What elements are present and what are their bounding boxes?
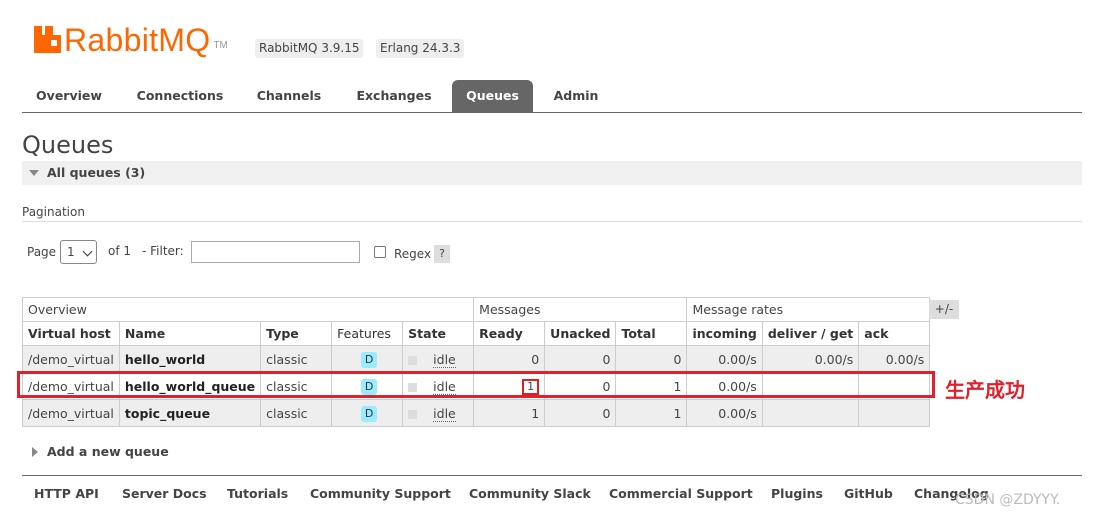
- cell-ack: [858, 399, 931, 427]
- expand-arrow-icon: [32, 447, 38, 457]
- page-select-value: 1: [67, 245, 75, 259]
- tab-connections[interactable]: Connections: [128, 80, 232, 112]
- tab-queues[interactable]: Queues: [452, 80, 533, 112]
- cell-ready: 0: [473, 345, 546, 373]
- state-indicator-icon: [408, 409, 418, 419]
- group-header-overview: Overview: [21, 297, 475, 322]
- durable-badge: D: [361, 351, 378, 368]
- footer-link-plugins[interactable]: Plugins: [771, 486, 823, 501]
- col-incoming[interactable]: incoming: [686, 321, 763, 346]
- col-virtual-host[interactable]: Virtual host: [22, 321, 120, 346]
- regex-help-button[interactable]: ?: [434, 245, 450, 263]
- cell-vhost: /demo_virtual: [22, 345, 120, 373]
- cell-incoming: 0.00/s: [686, 399, 763, 427]
- add-new-queue-label: Add a new queue: [47, 444, 169, 459]
- footer-link-server-docs[interactable]: Server Docs: [122, 486, 207, 501]
- footer-link-community-support[interactable]: Community Support: [310, 486, 451, 501]
- column-toggle-button[interactable]: +/-: [929, 300, 959, 319]
- footer-link-community-slack[interactable]: Community Slack: [469, 486, 591, 501]
- cell-ready: 1: [473, 399, 546, 427]
- annotation-text: 生产成功: [945, 378, 1025, 402]
- cell-vhost: /demo_virtual: [22, 399, 120, 427]
- collapse-arrow-icon: [29, 170, 39, 176]
- filter-input[interactable]: [191, 241, 360, 263]
- watermark-text: CSDN @ZDYYY.: [955, 492, 1061, 508]
- col-ready[interactable]: Ready: [473, 321, 546, 346]
- filter-label: - Filter:: [142, 244, 184, 258]
- all-queues-heading: All queues (3): [47, 165, 146, 180]
- footer-link-commercial-support[interactable]: Commercial Support: [609, 486, 753, 501]
- footer-divider: [22, 475, 1082, 476]
- rabbitmq-version-badge: RabbitMQ 3.9.15: [255, 39, 364, 58]
- cell-total: 0: [615, 345, 688, 373]
- cell-features: D: [331, 345, 404, 373]
- logo-text: RabbitMQ: [64, 22, 211, 58]
- col-type[interactable]: Type: [260, 321, 333, 346]
- col-unacked[interactable]: Unacked: [544, 321, 617, 346]
- queue-name-link[interactable]: hello_world: [118, 345, 262, 373]
- page-count-label: of 1: [108, 244, 132, 258]
- cell-state: idle: [402, 399, 475, 427]
- table-row[interactable]: /demo_virtual topic_queue classic D idle…: [22, 399, 931, 427]
- cell-unacked: 0: [544, 345, 617, 373]
- state-text: idle: [433, 351, 456, 368]
- page-label: Page: [27, 245, 57, 259]
- highlight-annotation-box: [17, 371, 935, 398]
- col-deliver-get[interactable]: deliver / get: [761, 321, 860, 346]
- group-header-messages: Messages: [473, 297, 688, 322]
- all-queues-section-toggle[interactable]: All queues (3): [22, 161, 1082, 185]
- logo-trademark: TM: [213, 40, 228, 51]
- cell-deliver-get: 0.00/s: [761, 345, 860, 373]
- pagination-heading: Pagination: [22, 205, 85, 219]
- pagination-divider: [22, 221, 1082, 222]
- chevron-down-icon: [82, 246, 93, 257]
- page-title: Queues: [22, 131, 114, 159]
- cell-total: 1: [615, 399, 688, 427]
- tab-channels[interactable]: Channels: [248, 80, 330, 112]
- rabbitmq-logo[interactable]: RabbitMQ TM: [34, 22, 228, 56]
- table-row[interactable]: /demo_virtual hello_world classic D idle…: [22, 345, 931, 373]
- rabbit-logo-icon: [34, 26, 61, 53]
- cell-ack: 0.00/s: [858, 345, 931, 373]
- tab-admin[interactable]: Admin: [544, 80, 608, 112]
- footer-link-http-api[interactable]: HTTP API: [34, 486, 99, 501]
- tab-overview[interactable]: Overview: [30, 80, 108, 112]
- regex-checkbox[interactable]: [374, 246, 386, 258]
- cell-state: idle: [402, 345, 475, 373]
- main-nav-tabs: Overview Connections Channels Exchanges …: [22, 80, 1082, 113]
- queues-table: Overview Messages Message rates Virtual …: [21, 297, 931, 427]
- col-features: Features: [331, 321, 404, 346]
- footer-link-tutorials[interactable]: Tutorials: [227, 486, 288, 501]
- page-select[interactable]: 1: [60, 240, 97, 264]
- durable-badge: D: [361, 405, 378, 422]
- tab-exchanges[interactable]: Exchanges: [348, 80, 440, 112]
- col-ack[interactable]: ack: [858, 321, 931, 346]
- queue-name-link[interactable]: topic_queue: [118, 399, 262, 427]
- state-text: idle: [433, 405, 456, 422]
- footer-link-github[interactable]: GitHub: [844, 486, 893, 501]
- col-name[interactable]: Name: [118, 321, 262, 346]
- erlang-version-badge: Erlang 24.3.3: [376, 39, 465, 58]
- cell-unacked: 0: [544, 399, 617, 427]
- regex-label: Regex: [394, 247, 432, 261]
- cell-type: classic: [260, 399, 333, 427]
- state-indicator-icon: [408, 355, 418, 365]
- cell-deliver-get: [761, 399, 860, 427]
- cell-incoming: 0.00/s: [686, 345, 763, 373]
- col-state[interactable]: State: [402, 321, 475, 346]
- group-header-message-rates: Message rates: [686, 297, 931, 322]
- cell-features: D: [331, 399, 404, 427]
- cell-type: classic: [260, 345, 333, 373]
- col-total[interactable]: Total: [615, 321, 688, 346]
